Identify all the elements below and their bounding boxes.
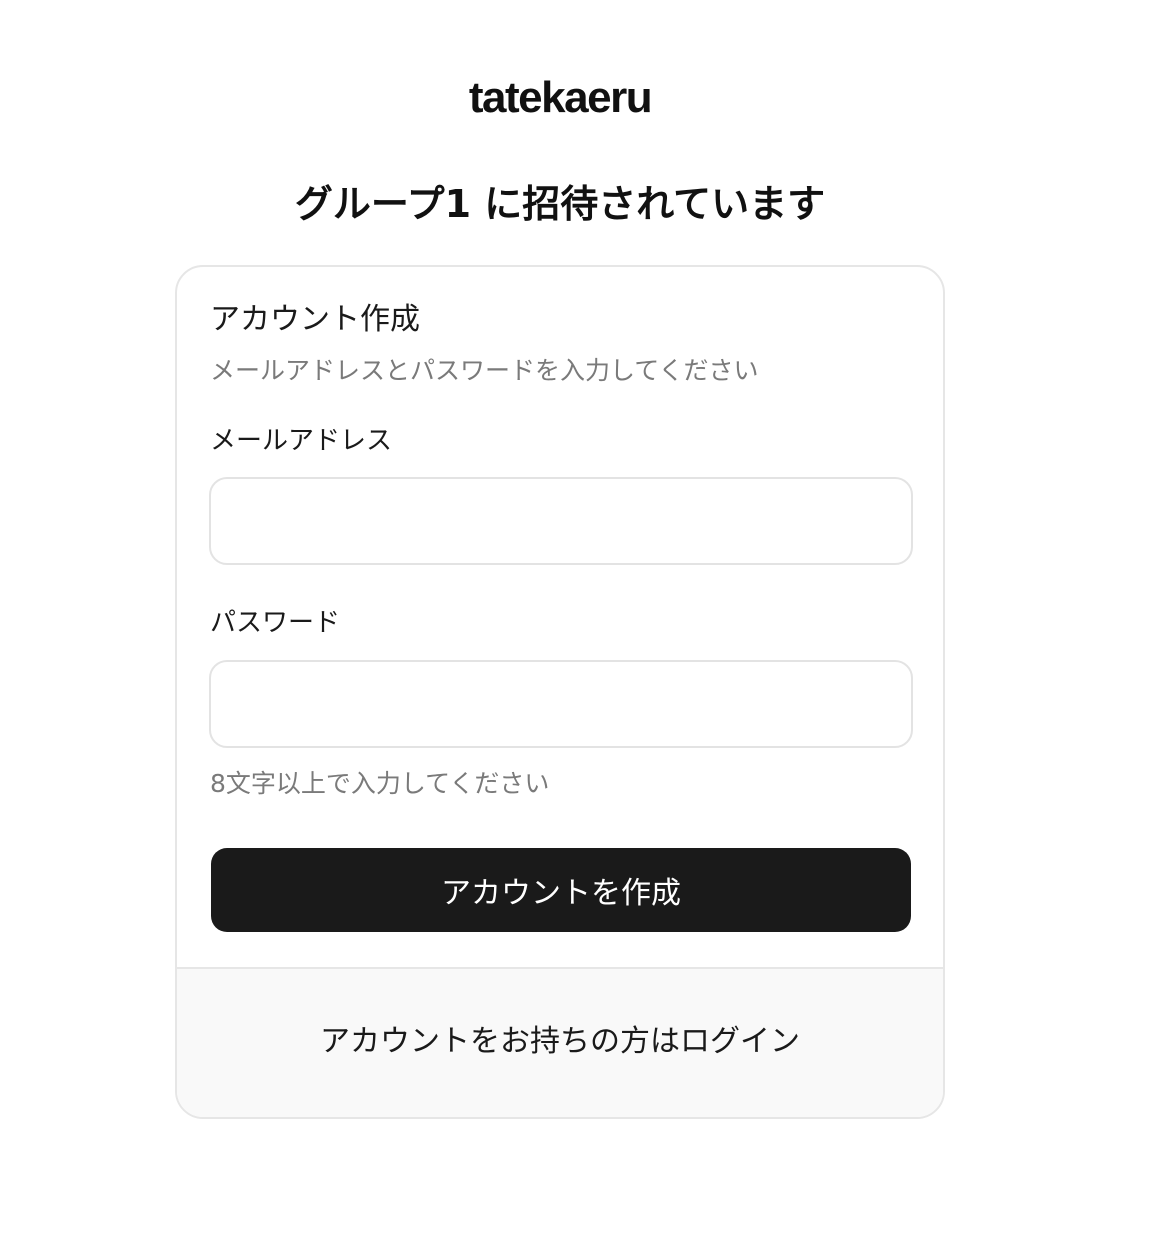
create-account-button[interactable]: アカウントを作成 xyxy=(211,848,911,932)
card-description: メールアドレスとパスワードを入力してください xyxy=(210,356,759,385)
email-field[interactable] xyxy=(209,477,913,565)
page-title: グループ1 に招待されています xyxy=(294,182,826,226)
card-title: アカウント作成 xyxy=(210,302,420,337)
card-footer: アカウントをお持ちの方はログイン xyxy=(177,967,943,1117)
password-label: パスワード xyxy=(210,608,341,638)
login-link[interactable]: アカウントをお持ちの方はログイン xyxy=(177,1022,943,1062)
app-logo: tatekaeru xyxy=(468,73,653,122)
signup-card: アカウント作成 メールアドレスとパスワードを入力してください メールアドレス パ… xyxy=(175,265,945,1119)
password-field[interactable] xyxy=(209,660,913,748)
password-hint: 8文字以上で入力してください xyxy=(210,769,550,798)
email-label: メールアドレス xyxy=(210,426,393,456)
